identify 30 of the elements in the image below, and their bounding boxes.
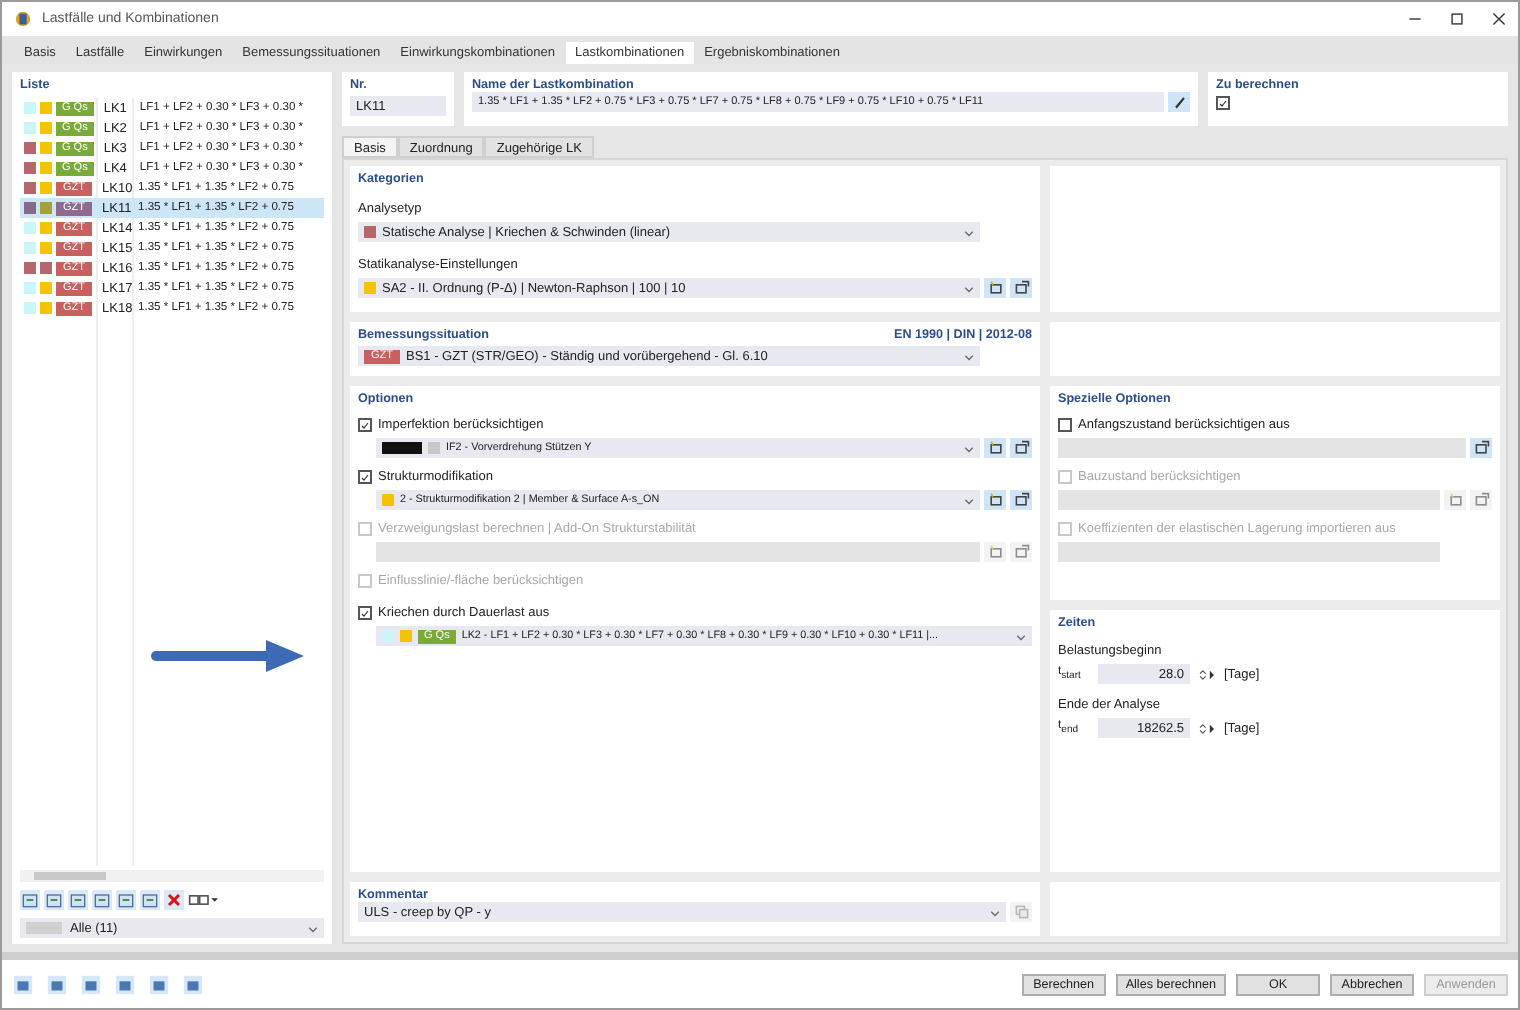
chevron-icon: [1016, 631, 1026, 641]
view-dropdown-icon[interactable]: [188, 889, 218, 909]
chevron-icon: [990, 907, 1000, 917]
chevron-icon: [964, 351, 974, 361]
new-button[interactable]: [984, 278, 1006, 298]
chevron-icon: [964, 495, 974, 505]
edit-name-button[interactable]: [1168, 92, 1190, 112]
maximize-icon[interactable]: [1450, 12, 1464, 26]
edit-button[interactable]: [1010, 438, 1032, 458]
checkbox[interactable]: [1058, 418, 1072, 432]
new-button[interactable]: [984, 438, 1006, 458]
minimize-icon[interactable]: [1408, 12, 1422, 26]
spinner-icon[interactable]: [1198, 667, 1216, 681]
chevron-icon: [964, 443, 974, 453]
checkbox[interactable]: [358, 418, 372, 432]
chevron-icon: [308, 923, 318, 933]
horizontal-scrollbar[interactable]: [20, 870, 324, 882]
checkbox[interactable]: [1216, 96, 1230, 110]
close-icon[interactable]: [1492, 12, 1506, 26]
chevron-icon: [964, 283, 974, 293]
checkbox[interactable]: [358, 606, 372, 620]
delete-icon[interactable]: [164, 889, 184, 909]
checkbox[interactable]: [358, 470, 372, 484]
new-button[interactable]: [984, 490, 1006, 510]
edit-button[interactable]: [1010, 490, 1032, 510]
spinner-icon[interactable]: [1198, 721, 1216, 735]
edit-button[interactable]: [1010, 278, 1032, 298]
app-icon: [14, 10, 32, 28]
chevron-icon: [964, 227, 974, 237]
edit-button[interactable]: [1470, 438, 1492, 458]
